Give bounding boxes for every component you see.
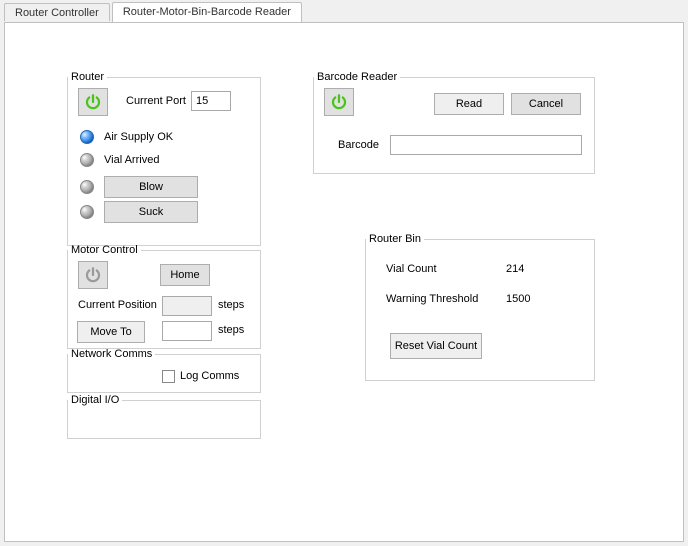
power-icon	[330, 93, 348, 111]
vial-arrived-label: Vial Arrived	[104, 154, 159, 166]
current-port-input[interactable]	[191, 91, 231, 111]
warning-threshold-label: Warning Threshold	[386, 293, 478, 305]
barcode-reader-legend: Barcode Reader	[314, 71, 400, 83]
router-legend: Router	[68, 71, 107, 83]
digital-io-legend: Digital I/O	[68, 394, 122, 406]
power-icon	[84, 93, 102, 111]
tab-panel: Router Current Port Air Supply OK Vial A…	[4, 22, 684, 542]
current-position-unit: steps	[218, 299, 244, 311]
network-comms-group: Network Comms Log Comms	[67, 348, 261, 393]
vial-count-value: 214	[506, 263, 524, 275]
network-comms-legend: Network Comms	[68, 348, 155, 360]
warning-threshold-value: 1500	[506, 293, 530, 305]
reset-vial-count-button[interactable]: Reset Vial Count	[390, 333, 482, 359]
log-comms-checkbox[interactable]	[162, 370, 175, 383]
tab-router-controller[interactable]: Router Controller	[4, 3, 110, 21]
digital-io-group: Digital I/O	[67, 394, 261, 439]
read-button[interactable]: Read	[434, 93, 504, 115]
cancel-button[interactable]: Cancel	[511, 93, 581, 115]
barcode-input[interactable]	[390, 135, 582, 155]
current-position-value	[162, 296, 212, 316]
move-to-unit: steps	[218, 324, 244, 336]
move-to-input[interactable]	[162, 321, 212, 341]
suck-button[interactable]: Suck	[104, 201, 198, 223]
vial-arrived-led	[80, 153, 94, 167]
suck-led	[80, 205, 94, 219]
current-position-label: Current Position	[78, 299, 157, 311]
air-supply-label: Air Supply OK	[104, 131, 173, 143]
barcode-reader-group: Barcode Reader Read Cancel Barcode	[313, 71, 595, 174]
router-bin-legend: Router Bin	[366, 233, 424, 245]
motor-power-button[interactable]	[78, 261, 108, 289]
blow-led	[80, 180, 94, 194]
router-group: Router Current Port Air Supply OK Vial A…	[67, 71, 261, 246]
router-power-button[interactable]	[78, 88, 108, 116]
barcode-power-button[interactable]	[324, 88, 354, 116]
motor-control-group: Motor Control Home Current Position step…	[67, 244, 261, 349]
current-port-label: Current Port	[126, 95, 186, 107]
vial-count-label: Vial Count	[386, 263, 437, 275]
tab-router-motor-bin-barcode[interactable]: Router-Motor-Bin-Barcode Reader	[112, 2, 302, 22]
power-icon	[84, 266, 102, 284]
motor-control-legend: Motor Control	[68, 244, 141, 256]
barcode-label: Barcode	[338, 139, 379, 151]
home-button[interactable]: Home	[160, 264, 210, 286]
blow-button[interactable]: Blow	[104, 176, 198, 198]
log-comms-label: Log Comms	[180, 370, 239, 382]
air-supply-led	[80, 130, 94, 144]
tab-strip: Router Controller Router-Motor-Bin-Barco…	[4, 2, 684, 22]
move-to-button[interactable]: Move To	[77, 321, 145, 343]
router-bin-group: Router Bin Vial Count 214 Warning Thresh…	[365, 233, 595, 381]
